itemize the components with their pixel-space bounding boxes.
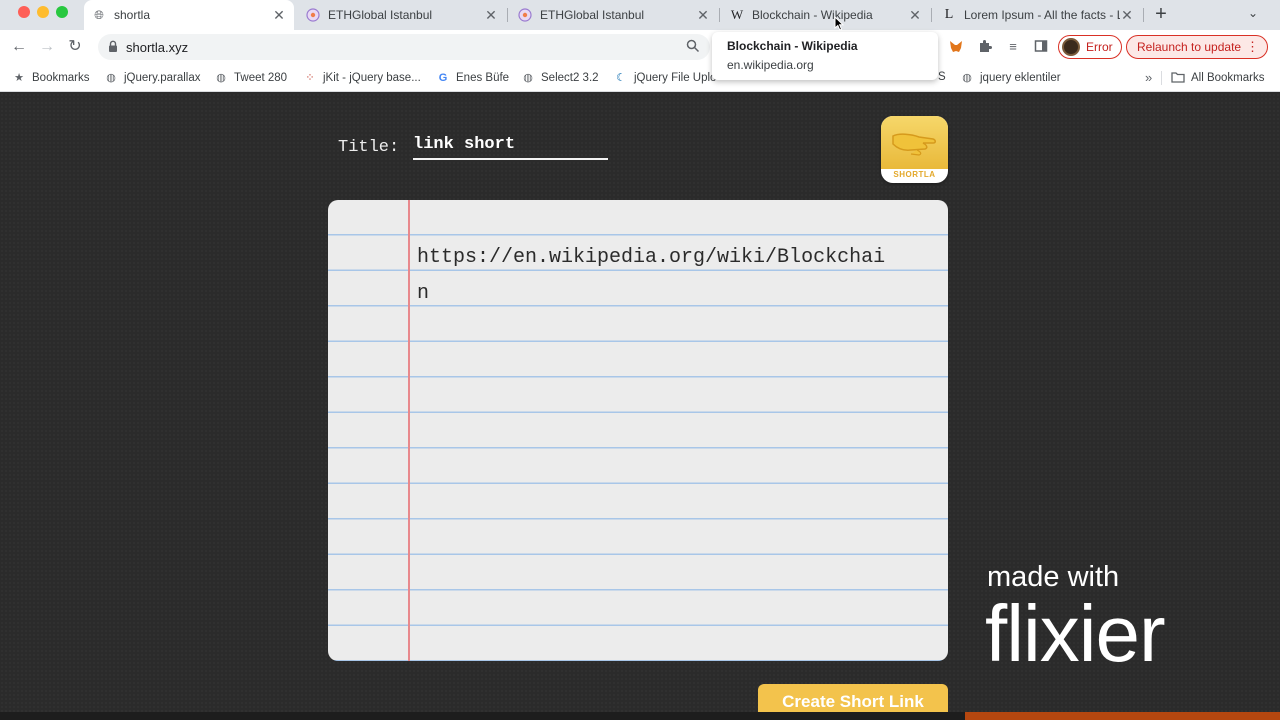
bookmarks-bar: ★ Bookmarks ◍ jQuery.parallax ◍ Tweet 28… bbox=[0, 64, 1280, 92]
chevron-double-right-icon[interactable]: » bbox=[1145, 70, 1152, 85]
bookmark-jkit[interactable]: ⁘ jKit - jQuery base... bbox=[303, 71, 421, 85]
bookmark-label: jquery eklentiler bbox=[980, 72, 1061, 84]
divider bbox=[1161, 71, 1162, 85]
ethglobal-icon bbox=[306, 8, 320, 22]
logo-wordmark: SHORTLA bbox=[893, 170, 936, 179]
media-queue-icon[interactable]: ≡ bbox=[1005, 39, 1021, 55]
globe-icon: ◍ bbox=[523, 72, 533, 84]
forward-button[interactable]: → bbox=[38, 38, 56, 56]
tab-shortla[interactable]: 🌐︎ shortla ✕ bbox=[84, 0, 294, 30]
bookmark-label: jQuery File Uplo bbox=[634, 72, 717, 84]
lipsum-icon: L bbox=[944, 7, 954, 22]
tab-separator bbox=[1143, 8, 1144, 22]
shortla-logo: SHORTLA bbox=[881, 116, 948, 183]
chevron-down-icon[interactable]: ⌄ bbox=[1248, 6, 1258, 20]
url-textarea[interactable]: https://en.wikipedia.org/wiki/Blockchain bbox=[328, 200, 948, 661]
tab-title: shortla bbox=[114, 8, 151, 22]
logo-background bbox=[881, 116, 948, 169]
tab-ethglobal-2[interactable]: ETHGlobal Istanbul ✕ bbox=[510, 0, 718, 30]
tab-separator bbox=[931, 8, 932, 22]
close-icon[interactable]: ✕ bbox=[696, 7, 710, 24]
globe-icon: ◍ bbox=[216, 72, 226, 84]
bookmark-enes-bufe[interactable]: G Enes Büfe bbox=[436, 71, 509, 85]
mouse-cursor-icon bbox=[834, 16, 844, 31]
bookmark-label: S bbox=[938, 71, 946, 83]
bookmark-label: Bookmarks bbox=[32, 72, 90, 84]
bookmark-bookmarks[interactable]: ★ Bookmarks bbox=[12, 71, 90, 85]
hover-card-title: Blockchain - Wikipedia bbox=[727, 39, 858, 53]
tab-wikipedia[interactable]: W Blockchain - Wikipedia ✕ bbox=[722, 0, 930, 30]
bottom-strip bbox=[0, 712, 1280, 720]
tab-ethglobal-1[interactable]: ETHGlobal Istanbul ✕ bbox=[298, 0, 506, 30]
long-url-text[interactable]: https://en.wikipedia.org/wiki/Blockchain bbox=[417, 240, 897, 311]
star-icon: ★ bbox=[14, 72, 24, 84]
bookmark-label: jQuery.parallax bbox=[124, 72, 201, 84]
more-vertical-icon[interactable]: ⋮ bbox=[1246, 39, 1259, 55]
page-content: Title: link short SHORTLA https://en.wik… bbox=[0, 93, 1280, 720]
tab-title: Blockchain - Wikipedia bbox=[752, 8, 873, 22]
globe-icon: 🌐︎ bbox=[94, 7, 104, 22]
bookmark-jquery-eklentiler[interactable]: ◍ jquery eklentiler bbox=[960, 71, 1061, 85]
wikipedia-icon: W bbox=[730, 7, 744, 22]
relaunch-label: Relaunch to update bbox=[1137, 40, 1242, 54]
tab-lorem-ipsum[interactable]: L Lorem Ipsum - All the facts - L ✕ bbox=[934, 0, 1142, 30]
tab-separator bbox=[719, 8, 720, 22]
ethglobal-icon bbox=[518, 8, 532, 22]
jquery-icon: ☾ bbox=[616, 72, 626, 84]
browser-toolbar: ← → ↻ shortla.xyz ≡ Error Relaunch to up… bbox=[0, 30, 1280, 64]
bookmark-label: Select2 3.2 bbox=[541, 72, 599, 84]
close-icon[interactable]: ✕ bbox=[908, 7, 922, 24]
reload-button[interactable]: ↻ bbox=[66, 38, 84, 56]
new-tab-button[interactable]: + bbox=[1151, 4, 1171, 24]
bookmark-jquery-file-upload[interactable]: ☾ jQuery File Uplo bbox=[614, 71, 716, 85]
maximize-window-button[interactable] bbox=[56, 6, 68, 18]
tab-hover-card: Blockchain - Wikipedia en.wikipedia.org bbox=[712, 32, 938, 80]
margin-line bbox=[408, 200, 410, 661]
globe-icon: ◍ bbox=[106, 72, 116, 84]
tab-title: ETHGlobal Istanbul bbox=[328, 8, 433, 22]
all-bookmarks-button[interactable]: All Bookmarks bbox=[1171, 71, 1265, 85]
search-icon[interactable] bbox=[686, 39, 700, 56]
tab-title: Lorem Ipsum - All the facts - L bbox=[964, 8, 1120, 22]
bookmark-select2[interactable]: ◍ Select2 3.2 bbox=[521, 71, 599, 85]
tab-strip: 🌐︎ shortla ✕ ETHGlobal Istanbul ✕ ETHGlo… bbox=[0, 0, 1280, 30]
side-panel-icon[interactable] bbox=[1033, 39, 1049, 55]
close-icon[interactable]: ✕ bbox=[484, 7, 498, 24]
close-icon[interactable]: ✕ bbox=[272, 7, 286, 24]
metamask-fox-icon[interactable] bbox=[948, 39, 964, 55]
bookmark-label: All Bookmarks bbox=[1191, 72, 1265, 84]
hover-card-domain: en.wikipedia.org bbox=[727, 58, 814, 72]
bottom-accent bbox=[965, 712, 1280, 720]
title-label: Title: bbox=[338, 138, 400, 157]
tab-title: ETHGlobal Istanbul bbox=[540, 8, 645, 22]
profile-status: Error bbox=[1086, 40, 1113, 54]
title-input[interactable]: link short bbox=[413, 135, 608, 160]
bookmark-tweet-280[interactable]: ◍ Tweet 280 bbox=[214, 71, 287, 85]
google-icon: G bbox=[438, 72, 448, 84]
profile-button[interactable]: Error bbox=[1058, 35, 1122, 59]
url-text[interactable]: shortla.xyz bbox=[126, 40, 188, 55]
bookmark-label: Enes Büfe bbox=[456, 72, 510, 84]
avatar bbox=[1062, 38, 1080, 56]
relaunch-button[interactable]: Relaunch to update ⋮ bbox=[1126, 35, 1268, 59]
folder-icon bbox=[1171, 71, 1185, 85]
back-button[interactable]: ← bbox=[10, 38, 28, 56]
minimize-window-button[interactable] bbox=[37, 6, 49, 18]
globe-icon: ◍ bbox=[962, 72, 972, 84]
tab-separator bbox=[507, 8, 508, 22]
jkit-icon: ⁘ bbox=[305, 72, 315, 84]
bookmark-label: jKit - jQuery base... bbox=[323, 72, 421, 84]
pinch-hand-icon bbox=[892, 133, 936, 156]
close-window-button[interactable] bbox=[18, 6, 30, 18]
watermark-brand: flixier bbox=[985, 589, 1166, 678]
bookmark-jquery-parallax[interactable]: ◍ jQuery.parallax bbox=[104, 71, 201, 85]
close-icon[interactable]: ✕ bbox=[1120, 7, 1134, 24]
bookmark-truncated[interactable]: S bbox=[938, 71, 946, 83]
address-bar[interactable]: shortla.xyz bbox=[98, 34, 710, 60]
lock-icon bbox=[109, 40, 117, 52]
extensions-puzzle-icon[interactable] bbox=[977, 39, 993, 55]
bookmark-label: Tweet 280 bbox=[234, 72, 288, 84]
